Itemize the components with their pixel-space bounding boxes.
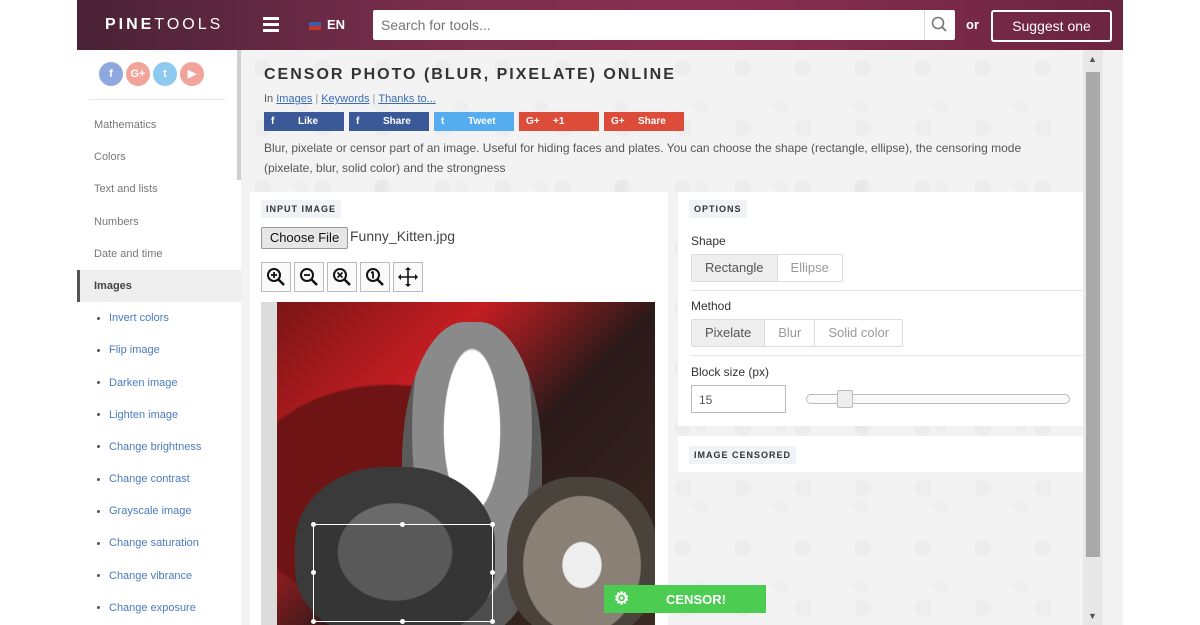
sidebar-item-images[interactable]: Images — [77, 269, 241, 303]
sidebar-subitem-change-vibrance[interactable]: Change vibrance — [77, 560, 241, 592]
divider — [691, 355, 1084, 356]
sidebar-subitem-change-contrast[interactable]: Change contrast — [77, 463, 241, 495]
facebook-icon[interactable]: f — [99, 62, 123, 86]
method-selector: Pixelate Blur Solid color — [691, 319, 904, 347]
sidebar-item-date-and-time[interactable]: Date and time — [77, 238, 241, 270]
suggest-button[interactable]: Suggest one — [991, 10, 1112, 42]
gear-icon: ⚙ — [614, 589, 630, 608]
twitter-icon: t — [441, 116, 445, 127]
language-selector[interactable]: EN — [309, 17, 345, 32]
sidebar-subitem-change-saturation[interactable]: Change saturation — [77, 527, 241, 559]
youtube-icon[interactable]: ▶ — [180, 62, 204, 86]
search-box — [373, 10, 955, 40]
sidebar-subitem-flip-image[interactable]: Flip image — [77, 334, 241, 366]
sidebar-item-colors[interactable]: Colors — [77, 141, 241, 173]
options-tag: OPTIONS — [689, 200, 747, 218]
search-input[interactable] — [373, 10, 929, 40]
tweet-button[interactable]: t Tweet — [434, 112, 514, 131]
image-canvas[interactable] — [261, 302, 655, 625]
sidebar-subitem-change-brightness[interactable]: Change brightness — [77, 431, 241, 463]
divider — [691, 290, 1084, 291]
facebook-like-button[interactable]: f Like — [264, 112, 344, 131]
input-image-tag: INPUT IMAGE — [261, 200, 342, 218]
zoom-reset-icon[interactable] — [327, 262, 357, 292]
method-pixelate-option[interactable]: Pixelate — [692, 320, 766, 346]
google-plus-icon: G+ — [526, 116, 540, 127]
block-size-slider[interactable] — [806, 390, 1070, 408]
method-blur-option[interactable]: Blur — [765, 320, 816, 346]
divider — [89, 99, 225, 100]
main-scrollbar[interactable]: ▲ ▼ — [1083, 50, 1103, 625]
zoom-fit-icon[interactable] — [360, 262, 390, 292]
logo[interactable]: PINETOOLS — [105, 16, 223, 34]
sidebar-item-text-and-lists[interactable]: Text and lists — [77, 173, 241, 205]
shape-rectangle-option[interactable]: Rectangle — [692, 255, 778, 281]
sidebar-subitem-lighten-image[interactable]: Lighten image — [77, 399, 241, 431]
input-image-panel: INPUT IMAGE Choose File Funny_Kitten.jpg — [250, 192, 668, 625]
facebook-icon: f — [271, 116, 275, 127]
zoom-in-icon[interactable] — [261, 262, 291, 292]
facebook-icon: f — [356, 116, 360, 127]
google-plus-icon: G+ — [611, 116, 625, 127]
search-button[interactable] — [924, 10, 955, 40]
block-size-label: Block size (px) — [691, 365, 770, 379]
zoom-out-icon[interactable] — [294, 262, 324, 292]
page-title: CENSOR PHOTO (BLUR, PIXELATE) ONLINE — [264, 66, 676, 83]
link-images[interactable]: Images — [276, 93, 312, 105]
sidebar-subitem-change-exposure[interactable]: Change exposure — [77, 592, 241, 624]
facebook-share-button[interactable]: f Share — [349, 112, 429, 131]
main-content: CENSOR PHOTO (BLUR, PIXELATE) ONLINE In … — [245, 50, 1103, 625]
tool-description: Blur, pixelate or censor part of an imag… — [264, 141, 1022, 175]
sidebar-item-mathematics[interactable]: Mathematics — [77, 109, 241, 141]
image-censored-panel: IMAGE CENSORED — [678, 436, 1096, 472]
link-keywords[interactable]: Keywords — [321, 93, 369, 105]
censor-button[interactable]: ⚙ CENSOR! — [604, 585, 766, 613]
google-plus-one-button[interactable]: G+ +1 — [519, 112, 599, 131]
twitter-icon[interactable]: t — [153, 62, 177, 86]
flag-icon — [309, 21, 321, 30]
censor-selection[interactable] — [311, 522, 495, 624]
or-text: or — [966, 17, 979, 32]
sidebar-scrollbar[interactable] — [237, 50, 241, 180]
search-icon — [931, 16, 947, 32]
top-bar: PINETOOLS EN or Suggest one — [77, 0, 1123, 50]
google-plus-share-button[interactable]: G+ Share — [604, 112, 684, 131]
scroll-down-icon[interactable]: ▼ — [1088, 611, 1097, 621]
image-toolbar — [261, 262, 426, 292]
menu-icon[interactable] — [263, 14, 279, 34]
shape-label: Shape — [691, 234, 726, 248]
app-window: PINETOOLS EN or Suggest one fG+t▶ Mathem… — [77, 0, 1123, 625]
options-panel: OPTIONS Shape Rectangle Ellipse Method Pi… — [678, 192, 1096, 426]
share-bar: f Like f Share t Tweet G+ +1 G+ Share — [264, 112, 689, 136]
social-links: f G+ t ▶ — [99, 62, 207, 86]
scroll-up-icon[interactable]: ▲ — [1088, 54, 1097, 64]
sidebar-subitem-darken-image[interactable]: Darken image — [77, 367, 241, 399]
file-name: Funny_Kitten.jpg — [350, 228, 456, 244]
scrollbar-thumb[interactable] — [1086, 72, 1100, 557]
sidebar-subitem-grayscale-image[interactable]: Grayscale image — [77, 495, 241, 527]
category-nav: Mathematics Colors Text and lists Number… — [77, 109, 241, 624]
block-size-input[interactable]: 15 — [691, 385, 786, 413]
sidebar-subitem-invert-colors[interactable]: Invert colors — [77, 302, 241, 334]
kitten-photo — [277, 302, 655, 625]
move-icon[interactable] — [393, 262, 423, 292]
image-censored-tag: IMAGE CENSORED — [689, 446, 797, 464]
sidebar-item-numbers[interactable]: Numbers — [77, 206, 241, 238]
slider-handle[interactable] — [837, 390, 853, 408]
method-label: Method — [691, 299, 732, 313]
shape-ellipse-option[interactable]: Ellipse — [778, 255, 842, 281]
choose-file-button[interactable]: Choose File — [261, 227, 348, 249]
google-plus-icon[interactable]: G+ — [126, 62, 150, 86]
link-thanks-to[interactable]: Thanks to... — [378, 93, 435, 105]
breadcrumb: In Images | Keywords | Thanks to... — [264, 93, 436, 105]
shape-selector: Rectangle Ellipse — [691, 254, 843, 282]
method-solid-color-option[interactable]: Solid color — [815, 320, 902, 346]
sidebar: f G+ t ▶ Mathematics Colors Text and lists … — [77, 50, 241, 625]
